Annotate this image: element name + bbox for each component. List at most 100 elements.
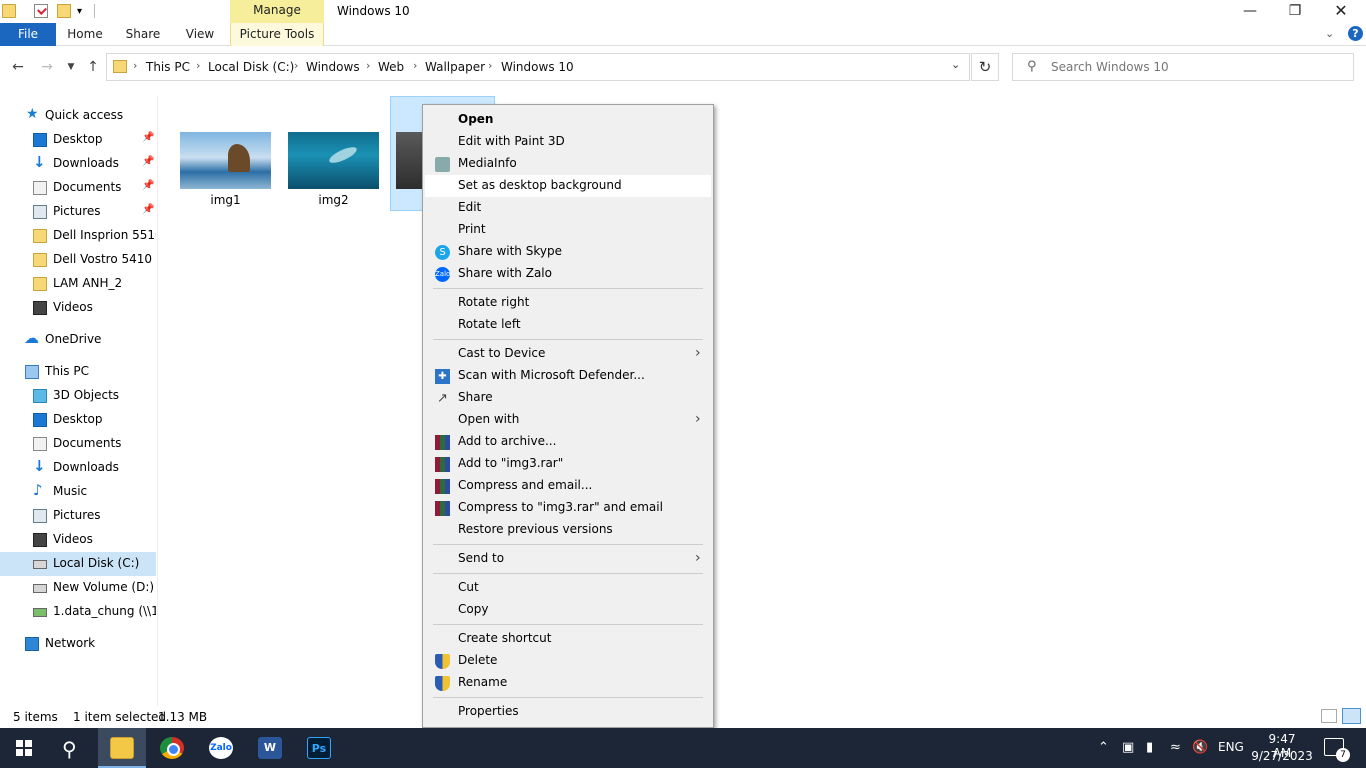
- sidebar-item-music[interactable]: ♪ Music: [0, 480, 156, 504]
- chevron-right-icon[interactable]: ›: [488, 59, 492, 72]
- back-button[interactable]: ←: [9, 58, 27, 76]
- pin-icon[interactable]: 📌: [142, 204, 154, 215]
- breadcrumb-wallpaper[interactable]: Wallpaper: [425, 60, 485, 74]
- sidebar-item-pictures[interactable]: Pictures: [0, 504, 156, 528]
- chevron-right-icon[interactable]: ›: [294, 59, 298, 72]
- expand-ribbon-icon[interactable]: ⌄: [1325, 27, 1334, 40]
- chevron-down-icon[interactable]: ⌄: [951, 58, 960, 71]
- menu-item-cut[interactable]: Cut: [425, 577, 711, 599]
- close-button[interactable]: ✕: [1318, 0, 1364, 23]
- pin-icon[interactable]: 📌: [142, 180, 154, 191]
- sidebar-item-pictures[interactable]: Pictures 📌: [0, 200, 156, 224]
- breadcrumb-windows-10[interactable]: Windows 10: [501, 60, 574, 74]
- properties-icon[interactable]: [34, 4, 48, 18]
- sidebar-item-onedrive[interactable]: ☁ OneDrive: [0, 328, 156, 352]
- language-indicator[interactable]: ENG: [1218, 740, 1244, 754]
- tab-share[interactable]: Share: [115, 23, 171, 46]
- start-button[interactable]: [0, 728, 48, 768]
- recent-locations-button[interactable]: ▼: [62, 58, 80, 76]
- sidebar-item-videos[interactable]: Videos: [0, 296, 156, 320]
- search-input[interactable]: [1051, 58, 1341, 76]
- thumbnail-img1[interactable]: [180, 132, 271, 189]
- menu-item-send-to[interactable]: Send to ›: [425, 548, 711, 570]
- chevron-up-icon[interactable]: ⌃: [1098, 740, 1109, 755]
- taskbar-photoshop[interactable]: Ps: [295, 728, 343, 768]
- menu-item-restore-previous-versions[interactable]: Restore previous versions: [425, 519, 711, 541]
- menu-item-scan-with-defender[interactable]: ✚ Scan with Microsoft Defender...: [425, 365, 711, 387]
- folder-icon[interactable]: [2, 4, 16, 18]
- sidebar-item-downloads[interactable]: ↓ Downloads 📌: [0, 152, 156, 176]
- refresh-button[interactable]: ↻: [971, 53, 999, 81]
- sidebar-item-folder[interactable]: Dell Vostro 5410 i5: [0, 248, 156, 272]
- menu-item-cast-to-device[interactable]: Cast to Device ›: [425, 343, 711, 365]
- sidebar-item-quick-access[interactable]: ★ Quick access: [0, 104, 156, 128]
- sidebar-item-this-pc[interactable]: This PC: [0, 360, 156, 384]
- chevron-right-icon[interactable]: ›: [196, 59, 200, 72]
- search-box[interactable]: ⚲: [1012, 53, 1354, 81]
- tab-view[interactable]: View: [172, 23, 228, 46]
- menu-item-open[interactable]: Open: [425, 109, 711, 131]
- tab-home[interactable]: Home: [57, 23, 113, 46]
- sidebar-item-videos[interactable]: Videos: [0, 528, 156, 552]
- menu-item-rotate-right[interactable]: Rotate right: [425, 292, 711, 314]
- file-name-img1[interactable]: img1: [180, 193, 271, 207]
- meet-now-icon[interactable]: ▣: [1122, 740, 1134, 755]
- up-button[interactable]: ↑: [84, 58, 102, 76]
- address-bar[interactable]: › This PC › Local Disk (C:) › Windows › …: [106, 53, 970, 81]
- breadcrumb-this-pc[interactable]: This PC: [146, 60, 190, 74]
- menu-item-compress-and-email[interactable]: Compress and email...: [425, 475, 711, 497]
- chevron-right-icon[interactable]: ›: [366, 59, 370, 72]
- sidebar-item-desktop[interactable]: Desktop 📌: [0, 128, 156, 152]
- menu-item-print[interactable]: Print: [425, 219, 711, 241]
- clock-date[interactable]: 9/27/2023: [1250, 749, 1314, 763]
- menu-item-open-with[interactable]: Open with ›: [425, 409, 711, 431]
- wifi-icon[interactable]: ≈: [1170, 740, 1181, 755]
- pin-icon[interactable]: 📌: [142, 156, 154, 167]
- battery-icon[interactable]: ▮: [1146, 740, 1153, 755]
- sidebar-item-documents[interactable]: Documents: [0, 432, 156, 456]
- breadcrumb-local-disk[interactable]: Local Disk (C:): [208, 60, 294, 74]
- sidebar-item-network[interactable]: Network: [0, 632, 156, 656]
- menu-item-create-shortcut[interactable]: Create shortcut: [425, 628, 711, 650]
- tab-file[interactable]: File: [0, 23, 56, 46]
- taskbar-word[interactable]: W: [246, 728, 294, 768]
- forward-button[interactable]: →: [38, 58, 56, 76]
- menu-item-edit[interactable]: Edit: [425, 197, 711, 219]
- menu-item-delete[interactable]: Delete: [425, 650, 711, 672]
- menu-item-share-with-skype[interactable]: S Share with Skype: [425, 241, 711, 263]
- menu-item-set-as-desktop-background[interactable]: Set as desktop background: [425, 175, 711, 197]
- menu-item-edit-with-paint-3d[interactable]: Edit with Paint 3D: [425, 131, 711, 153]
- breadcrumb-web[interactable]: Web: [378, 60, 404, 74]
- menu-item-copy[interactable]: Copy: [425, 599, 711, 621]
- restore-button[interactable]: ❐: [1272, 0, 1318, 23]
- sidebar-item-folder[interactable]: LAM ANH_2: [0, 272, 156, 296]
- customize-quick-access-icon[interactable]: ▾: [77, 6, 87, 18]
- taskbar-chrome[interactable]: [148, 728, 196, 768]
- details-view-icon[interactable]: [1321, 709, 1337, 723]
- menu-item-share[interactable]: ↗ Share: [425, 387, 711, 409]
- sidebar-item-documents[interactable]: Documents 📌: [0, 176, 156, 200]
- menu-item-rotate-left[interactable]: Rotate left: [425, 314, 711, 336]
- menu-item-add-to-archive[interactable]: Add to archive...: [425, 431, 711, 453]
- menu-item-add-to-img3-rar[interactable]: Add to "img3.rar": [425, 453, 711, 475]
- breadcrumb-windows[interactable]: Windows: [306, 60, 360, 74]
- sidebar-item-network-drive[interactable]: 1.data_chung (\\192: [0, 600, 156, 624]
- sidebar-item-3d-objects[interactable]: 3D Objects: [0, 384, 156, 408]
- chevron-right-icon[interactable]: ›: [413, 59, 417, 72]
- pin-icon[interactable]: 📌: [142, 132, 154, 143]
- menu-item-compress-to-img3-rar-and-email[interactable]: Compress to "img3.rar" and email: [425, 497, 711, 519]
- taskbar-file-explorer[interactable]: [98, 728, 146, 768]
- chevron-right-icon[interactable]: ›: [133, 59, 137, 72]
- sidebar-item-local-disk-c[interactable]: Local Disk (C:): [0, 552, 156, 576]
- taskbar-search-button[interactable]: ⚲: [48, 728, 96, 768]
- new-folder-icon[interactable]: [57, 4, 71, 18]
- sidebar-item-folder[interactable]: Dell Insprion 5510 c: [0, 224, 156, 248]
- tab-picture-tools[interactable]: Picture Tools: [230, 23, 324, 46]
- sidebar-item-new-volume-d[interactable]: New Volume (D:): [0, 576, 156, 600]
- thumbnail-img2[interactable]: [288, 132, 379, 189]
- taskbar-zalo[interactable]: Zalo: [197, 728, 245, 768]
- menu-item-mediainfo[interactable]: MediaInfo: [425, 153, 711, 175]
- large-icons-view-icon[interactable]: [1342, 708, 1361, 724]
- file-name-img2[interactable]: img2: [288, 193, 379, 207]
- sidebar-item-desktop[interactable]: Desktop: [0, 408, 156, 432]
